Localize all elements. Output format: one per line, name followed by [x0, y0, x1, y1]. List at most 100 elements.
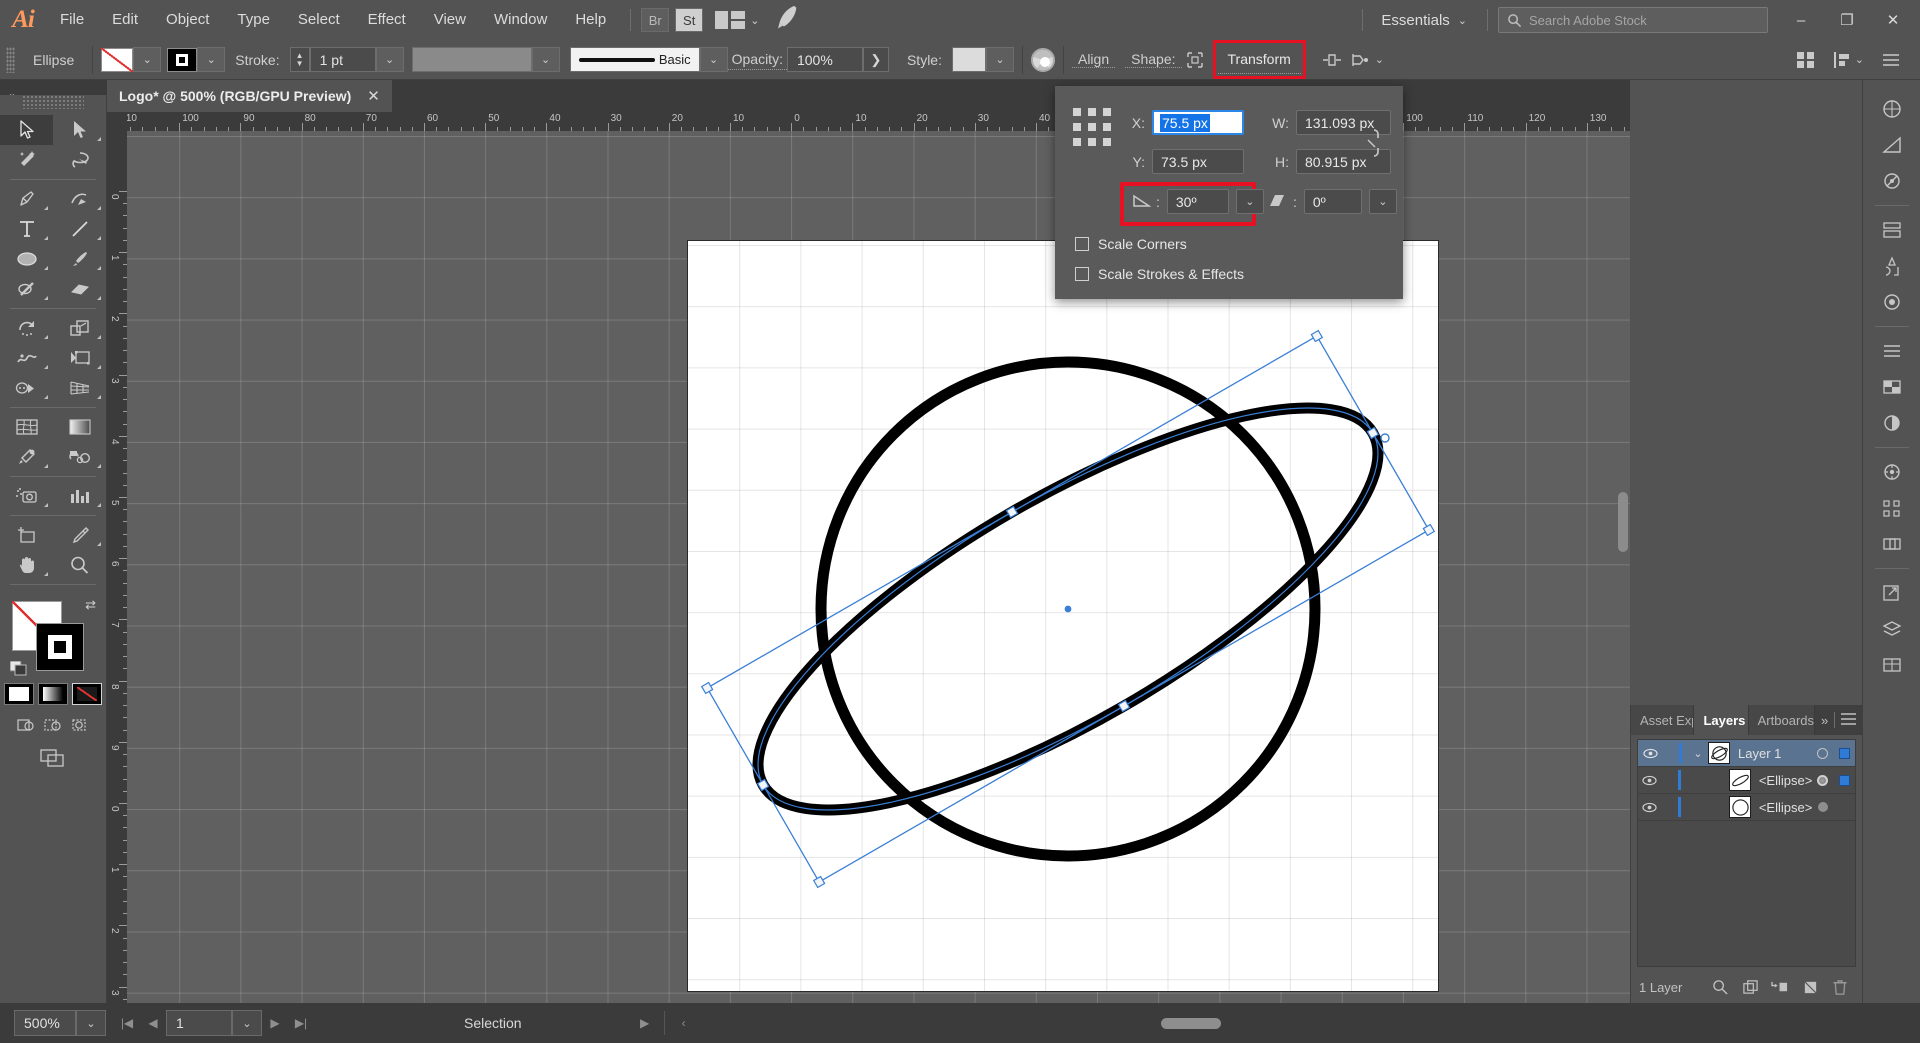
align-panel-icon[interactable] [1870, 491, 1914, 525]
layer-row-ellipse-ring[interactable]: <Ellipse> [1638, 767, 1855, 794]
reference-point-grid[interactable] [1073, 108, 1111, 146]
layers-list[interactable]: ⌄ Layer 1 <Ellipse> <Ellipse> [1637, 739, 1856, 967]
blend-tool[interactable] [53, 442, 106, 472]
scale-corners-checkbox[interactable] [1075, 237, 1089, 251]
graphic-styles-icon[interactable] [1870, 455, 1914, 489]
tools-panel-grip[interactable] [22, 95, 84, 109]
clipping-chevron-down-icon[interactable]: ⌄ [1375, 53, 1384, 66]
horizontal-ruler[interactable]: 1101009080706050403020100102030405060708… [127, 112, 1630, 131]
type-tool[interactable] [0, 214, 53, 244]
align-button[interactable]: Align [1071, 51, 1116, 68]
scale-tool[interactable] [53, 313, 106, 343]
selection-indicator[interactable] [1834, 774, 1855, 786]
transform-panel[interactable]: X: 75.5 px W: 131.093 px Y: 73.5 px H: 8… [1055, 86, 1403, 299]
lasso-tool[interactable] [53, 145, 106, 175]
transform-button[interactable]: Transform [1212, 40, 1306, 79]
create-new-sublayer-icon[interactable] [1766, 974, 1794, 1000]
transparency-panel-icon[interactable] [1870, 370, 1914, 404]
stroke-weight-value[interactable]: 1 pt [309, 47, 376, 72]
symbol-sprayer-tool[interactable] [0, 481, 53, 511]
stroke-black-swatch[interactable] [36, 623, 84, 671]
close-tab-icon[interactable]: ✕ [367, 87, 380, 105]
minimize-button[interactable]: – [1778, 0, 1824, 40]
restore-button[interactable]: ❐ [1824, 0, 1870, 40]
eraser-tool[interactable] [53, 274, 106, 304]
brushes-panel-icon[interactable] [1870, 213, 1914, 247]
locate-object-icon[interactable] [1706, 974, 1734, 1000]
opacity-more-options[interactable]: ❯ [862, 47, 889, 72]
fill-swatch-dropdown[interactable]: ⌄ [133, 47, 162, 72]
menu-effect[interactable]: Effect [354, 0, 420, 40]
graphic-style-dropdown[interactable]: ⌄ [985, 47, 1014, 72]
default-fill-stroke-icon[interactable] [9, 660, 28, 677]
scroll-left-icon[interactable]: ‹ [671, 1010, 697, 1036]
workspace-switcher[interactable]: Essentials [1373, 12, 1457, 29]
export-panel-icon[interactable] [1870, 576, 1914, 610]
first-artboard-icon[interactable]: |◀ [114, 1010, 140, 1036]
layer-row-layer1[interactable]: ⌄ Layer 1 [1638, 740, 1855, 767]
rotate-tool[interactable] [0, 313, 53, 343]
panel-menu-icon[interactable] [1835, 712, 1862, 728]
stroke-weight-stepper[interactable]: ▲ ▼ [289, 47, 310, 72]
expand-tabs-icon[interactable]: » [1815, 713, 1834, 728]
artboards-panel-icon[interactable] [1870, 648, 1914, 682]
slice-tool[interactable] [53, 520, 106, 550]
vertical-ruler[interactable]: 0123456789012345 [107, 131, 127, 1003]
visibility-eye-icon[interactable] [1638, 802, 1661, 813]
menu-window[interactable]: Window [480, 0, 561, 40]
artwork-svg[interactable] [688, 241, 1438, 991]
target-indicator[interactable] [1812, 774, 1833, 786]
document-tab[interactable]: Logo* @ 500% (RGB/GPU Preview) ✕ [107, 80, 393, 112]
next-artboard-icon[interactable]: ▶ [262, 1010, 288, 1036]
stroke-swatch-dropdown[interactable]: ⌄ [197, 47, 226, 72]
zoom-level-field[interactable]: 500% [14, 1010, 76, 1036]
eyedropper-tool[interactable] [0, 442, 53, 472]
constrain-proportions-broken-icon[interactable] [1365, 126, 1383, 165]
color-guide-icon[interactable] [1870, 128, 1914, 162]
color-swatch-mode[interactable] [4, 683, 34, 705]
brush-definition-field[interactable]: Basic [569, 47, 700, 72]
zoom-tool[interactable] [53, 550, 106, 580]
discover-rocket-icon[interactable] [764, 3, 811, 37]
menu-type[interactable]: Type [223, 0, 284, 40]
align-chevron-down-icon[interactable]: ⌄ [1855, 53, 1864, 66]
close-button[interactable]: ✕ [1870, 0, 1916, 40]
draw-normal-icon[interactable] [14, 715, 38, 735]
canvas-vertical-scrollbar[interactable] [1618, 492, 1628, 552]
layer-row-ellipse-circle[interactable]: <Ellipse> [1638, 794, 1855, 821]
stock-button[interactable]: St [675, 8, 704, 32]
width-profile-dropdown[interactable]: ⌄ [531, 47, 560, 72]
opacity-value[interactable]: 100% [786, 47, 863, 72]
visibility-eye-icon[interactable] [1638, 775, 1661, 786]
selection-indicator[interactable] [1833, 747, 1855, 759]
object-name[interactable]: <Ellipse> [1759, 800, 1812, 815]
selection-tool[interactable] [0, 115, 53, 145]
perspective-grid-tool[interactable] [53, 373, 106, 403]
arrange-grid-icon[interactable] [1793, 47, 1819, 73]
curvature-tool[interactable] [53, 184, 106, 214]
paintbrush-tool[interactable] [53, 244, 106, 274]
menu-object[interactable]: Object [152, 0, 223, 40]
align-panel-icon[interactable] [1829, 47, 1855, 73]
canvas-viewport[interactable] [127, 131, 1630, 1003]
stroke-weight-dropdown[interactable]: ⌄ [375, 47, 404, 72]
color-panel-icon[interactable] [1870, 92, 1914, 126]
menu-select[interactable]: Select [284, 0, 354, 40]
status-menu-icon[interactable]: ▶ [632, 1010, 658, 1036]
layer-name[interactable]: Layer 1 [1738, 746, 1811, 761]
target-indicator[interactable] [1811, 747, 1833, 759]
shaper-tool[interactable] [0, 274, 53, 304]
menu-file[interactable]: File [46, 0, 98, 40]
isolate-selected-icon[interactable] [1319, 47, 1345, 73]
edit-clipping-path-icon[interactable] [1345, 47, 1375, 73]
artboard-tool[interactable] [0, 520, 53, 550]
change-screen-mode-icon[interactable] [0, 747, 106, 769]
menu-help[interactable]: Help [561, 0, 620, 40]
stroke-color-swatch[interactable] [167, 47, 198, 72]
fill-color-swatch[interactable] [101, 47, 134, 72]
symbols-panel-icon[interactable] [1870, 249, 1914, 283]
scale-strokes-checkbox[interactable] [1075, 267, 1089, 281]
pathfinder-panel-icon[interactable] [1870, 527, 1914, 561]
menu-edit[interactable]: Edit [98, 0, 152, 40]
magic-wand-tool[interactable] [0, 145, 53, 175]
